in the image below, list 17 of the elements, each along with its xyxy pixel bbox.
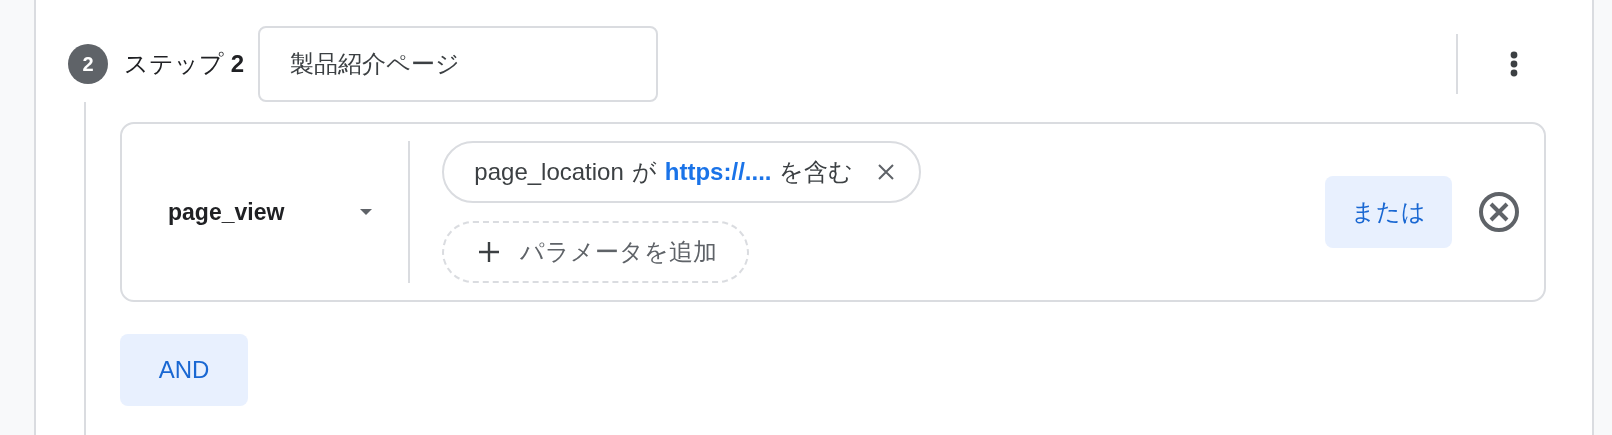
step-number: 2 <box>68 44 108 84</box>
add-parameter-button[interactable]: パラメータを追加 <box>442 221 750 283</box>
match-text: を含む <box>779 157 854 187</box>
and-button[interactable]: AND <box>120 334 248 406</box>
remove-icon[interactable] <box>1478 191 1520 233</box>
operator-text: が <box>631 157 657 187</box>
step-name-field[interactable]: 製品紹介ページ <box>258 26 659 102</box>
parameter-name: page_location <box>474 158 624 186</box>
value-link[interactable]: https://.... <box>664 158 772 186</box>
filter-chip[interactable]: page_location が https://.... を含む <box>442 141 922 203</box>
caret-icon <box>360 209 373 215</box>
or-button[interactable]: または <box>1325 176 1452 248</box>
step-title: ステップ 2 <box>124 49 245 79</box>
event-dropdown[interactable]: page_view <box>122 198 409 226</box>
more-icon[interactable] <box>1510 51 1518 77</box>
close-icon[interactable] <box>877 163 896 181</box>
plus-icon <box>478 241 501 263</box>
